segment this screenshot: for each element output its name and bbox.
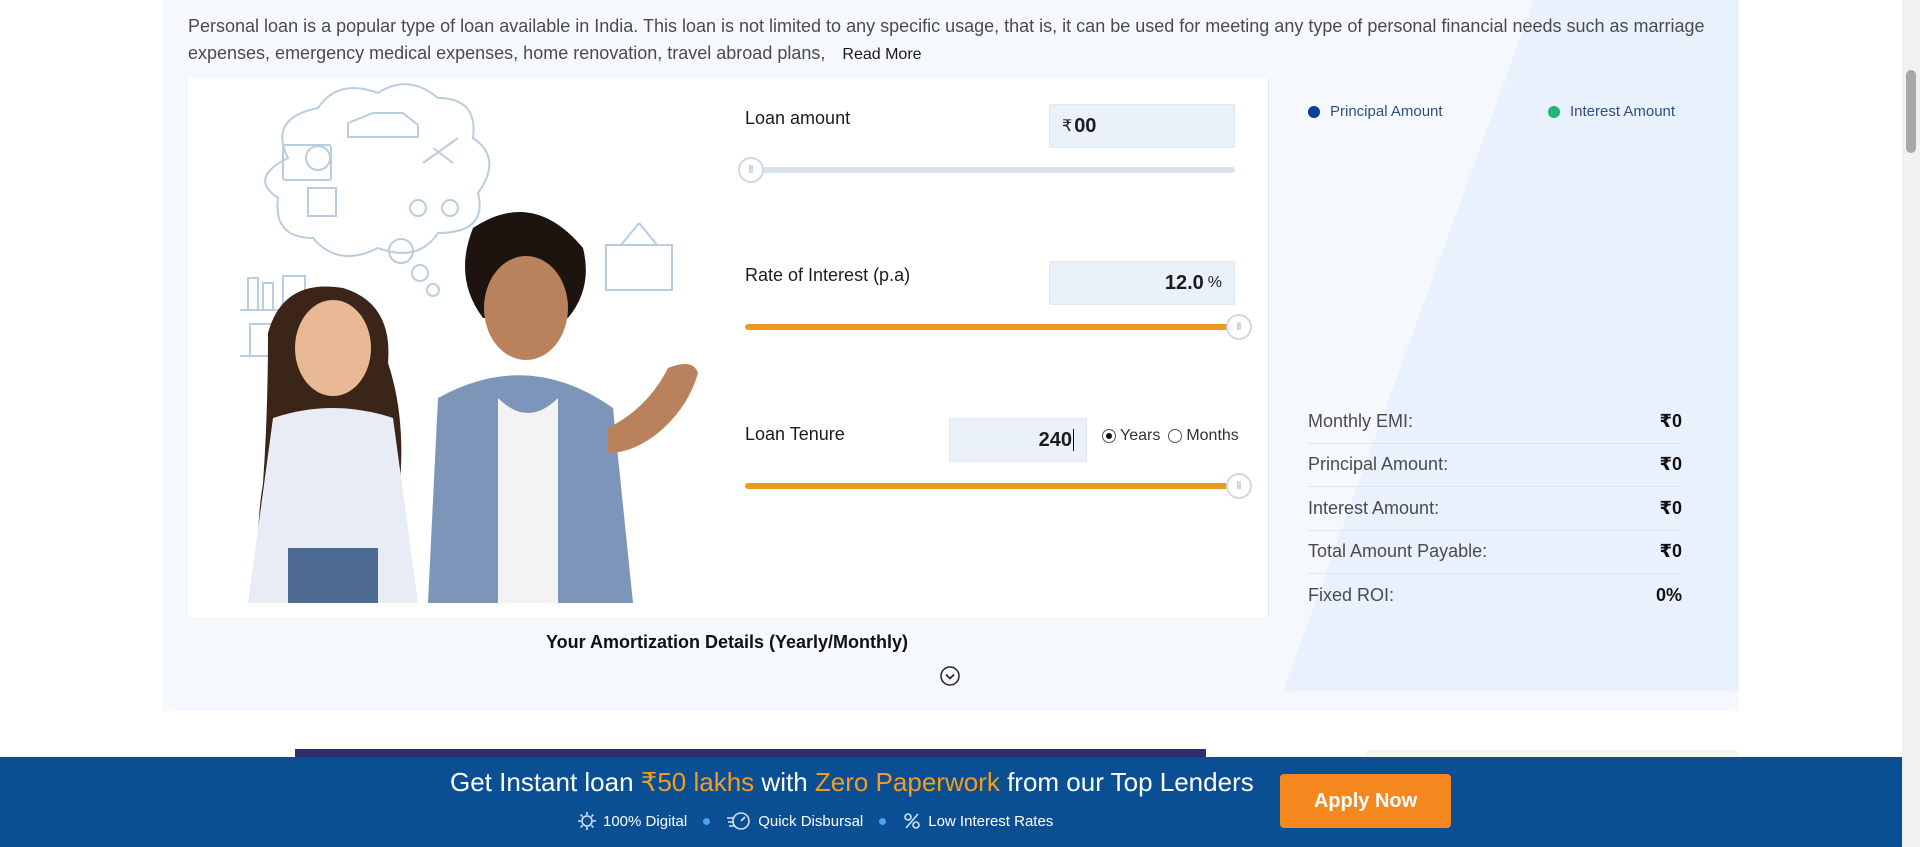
loan-amount-input[interactable]: ₹ 00 [1049, 104, 1235, 148]
interest-rate-slider-track[interactable] [745, 324, 1235, 330]
loan-tenure-slider-thumb[interactable]: ⦀ [1226, 473, 1252, 499]
speed-icon [727, 812, 751, 830]
chevron-down-circle-icon[interactable] [940, 666, 960, 686]
summary-row: Interest Amount: ₹0 [1308, 487, 1682, 531]
amortization-toggle[interactable]: Your Amortization Details (Yearly/Monthl… [163, 632, 1739, 686]
read-more-link[interactable]: Read More [842, 46, 921, 63]
interest-amount-label: Interest Amount: [1308, 497, 1440, 518]
principal-legend-label: Principal Amount [1330, 103, 1443, 120]
banner-title-post: from our Top Lenders [999, 767, 1254, 797]
emi-summary: Monthly EMI: ₹0 Principal Amount: ₹0 Int… [1308, 400, 1682, 618]
instant-loan-banner: Get Instant loan ₹50 lakhs with Zero Pap… [0, 757, 1902, 847]
page: Personal loan is a popular type of loan … [0, 0, 1920, 847]
intro-paragraph: Personal loan is a popular type of loan … [188, 16, 1705, 63]
legend-interest: Interest Amount [1548, 103, 1675, 120]
loan-tenure-slider-track[interactable] [745, 483, 1235, 489]
feature-digital-label: 100% Digital [603, 812, 688, 830]
interest-rate-slider-thumb[interactable]: ⦀ [1226, 314, 1252, 340]
feature-low-interest-label: Low Interest Rates [928, 812, 1054, 830]
couple-illustration [240, 83, 698, 603]
percent-unit: % [1207, 274, 1222, 291]
total-payable-label: Total Amount Payable: [1308, 541, 1488, 562]
banner-amount: ₹50 lakhs [640, 767, 755, 797]
intro-text: Personal loan is a popular type of loan … [188, 13, 1708, 68]
banner-title: Get Instant loan ₹50 lakhs with Zero Pap… [450, 767, 1254, 798]
years-radio-dot[interactable] [1102, 429, 1116, 443]
feature-quick-disbursal-label: Quick Disbursal [758, 812, 864, 830]
text-cursor [1073, 429, 1074, 451]
interest-rate-value: 12.0 [1164, 271, 1204, 294]
loan-amount-value: 00 [1074, 114, 1097, 137]
months-radio-dot[interactable] [1168, 429, 1183, 443]
months-radio-label: Months [1186, 427, 1239, 444]
banner-zero-paperwork: Zero Paperwork [814, 767, 1000, 797]
total-payable-value: ₹0 [1659, 541, 1682, 562]
scrollbar-thumb[interactable] [1906, 70, 1916, 153]
loan-tenure-label: Loan Tenure [745, 424, 845, 444]
interest-amount-value: ₹0 [1659, 497, 1682, 518]
tenure-unit-radio-group: Years Months [1094, 427, 1239, 445]
page-scrollbar[interactable] [1902, 0, 1920, 847]
banner-features: 100% Digital Quick Disbursal Low Interes… [577, 811, 1053, 831]
gear-badge-icon [578, 812, 596, 830]
interest-rate-input[interactable]: 12.0 % [1049, 261, 1235, 305]
rupee-icon: ₹ [1062, 118, 1073, 135]
loan-tenure-value: 240 [1038, 428, 1072, 451]
apply-now-button[interactable]: Apply Now [1280, 774, 1451, 828]
summary-row: Fixed ROI: 0% [1308, 574, 1682, 618]
years-radio-label: Years [1120, 427, 1161, 444]
feature-separator [703, 817, 711, 825]
loan-tenure-input[interactable]: 240 [949, 418, 1087, 462]
summary-row: Monthly EMI: ₹0 [1308, 400, 1682, 444]
months-radio[interactable]: Months [1168, 427, 1239, 445]
principal-amount-label: Principal Amount: [1308, 454, 1449, 475]
feature-quick-disbursal: Quick Disbursal [726, 811, 863, 831]
legend-principal: Principal Amount [1308, 103, 1443, 120]
banner-title-mid: with [754, 767, 815, 797]
monthly-emi-value: ₹0 [1659, 410, 1682, 431]
promo-card-edge [295, 749, 1206, 757]
loan-amount-label: Loan amount [745, 108, 851, 128]
loan-amount-slider-thumb[interactable]: ⦀ [738, 157, 764, 183]
card-divider [1268, 78, 1269, 617]
feature-separator [879, 817, 887, 825]
feature-low-interest: Low Interest Rates [902, 811, 1053, 831]
summary-row: Total Amount Payable: ₹0 [1308, 531, 1682, 574]
summary-row: Principal Amount: ₹0 [1308, 444, 1682, 487]
feature-digital: 100% Digital [577, 811, 687, 831]
fixed-roi-value: 0% [1655, 585, 1682, 606]
calculator-card: Loan amount ₹ 00 ⦀ Rate of Interest (p.a… [188, 78, 1269, 617]
banner-title-pre: Get Instant loan [450, 767, 641, 797]
years-radio[interactable]: Years [1102, 427, 1160, 445]
percent-icon [904, 813, 921, 829]
principal-legend-dot [1308, 105, 1320, 118]
interest-legend-dot [1548, 105, 1560, 118]
monthly-emi-label: Monthly EMI: [1308, 410, 1414, 431]
principal-amount-value: ₹0 [1659, 454, 1682, 475]
fixed-roi-label: Fixed ROI: [1308, 585, 1395, 606]
loan-amount-slider-track[interactable] [745, 167, 1235, 173]
interest-rate-label: Rate of Interest (p.a) [745, 265, 911, 285]
amortization-title: Your Amortization Details (Yearly/Monthl… [545, 632, 909, 652]
interest-legend-label: Interest Amount [1570, 103, 1676, 120]
